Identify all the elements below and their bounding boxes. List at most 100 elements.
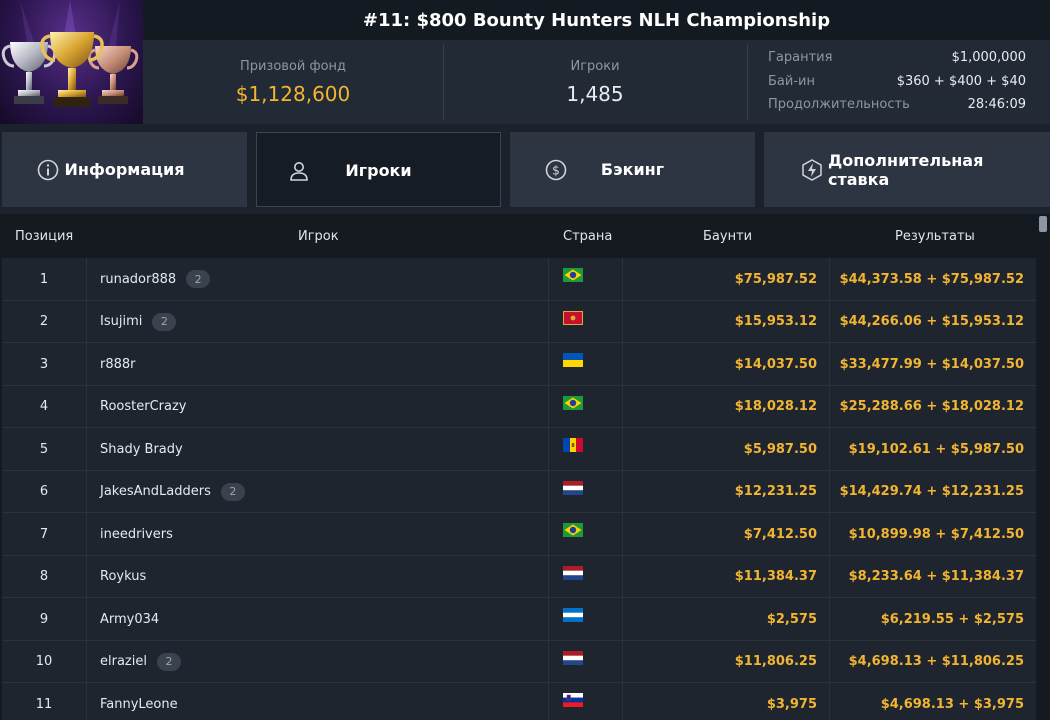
table-row[interactable]: 5 Shady Brady $5,987.50 $19,102.61 + $5,987…	[2, 428, 1036, 471]
entries-badge: 2	[186, 270, 211, 288]
country-cell	[548, 385, 622, 428]
player-name[interactable]: r888r	[100, 357, 136, 372]
country-cell	[548, 300, 622, 343]
tab-side-bet[interactable]: Дополнительная ставка	[764, 132, 1050, 207]
player-name[interactable]: Army034	[100, 612, 159, 627]
ukraine-flag-icon	[563, 353, 583, 367]
table-row[interactable]: 6 JakesAndLadders 2 $12,231.25 $14,429.74 + …	[2, 470, 1036, 513]
tab-label: Дополнительная ставка	[828, 150, 984, 189]
players-stat: Игроки 1,485	[444, 40, 746, 124]
title-bar: #11: $800 Bounty Hunters NLH Championshi…	[143, 0, 1050, 40]
player-cell: ineedrivers	[86, 513, 548, 555]
tournament-details: Гарантия $1,000,000 Бай-ин $360 + $400 +…	[768, 46, 1026, 117]
player-cell: Shady Brady	[86, 428, 548, 470]
tab-backing[interactable]: $ Бэкинг	[510, 132, 755, 207]
tournament-title: #11: $800 Bounty Hunters NLH Championshi…	[362, 9, 831, 31]
country-cell	[548, 598, 622, 640]
result-cell: $44,266.06 + $15,953.12	[829, 300, 1036, 343]
montenegro-flag-icon	[563, 310, 583, 325]
bounty-cell: $12,231.25	[622, 470, 829, 513]
player-cell: elraziel 2	[86, 640, 548, 683]
player-name[interactable]: elraziel	[100, 654, 147, 669]
player-name[interactable]: RoosterCrazy	[100, 399, 186, 414]
table-body: 1 runador888 2 $75,987.52 $44,373.58 + $75,9…	[2, 258, 1036, 720]
country-cell	[548, 513, 622, 555]
player-cell: FannyLeone	[86, 683, 548, 720]
netherlands-flag-icon	[563, 565, 583, 580]
bounty-cell: $11,384.37	[622, 555, 829, 598]
player-name[interactable]: Roykus	[100, 569, 146, 584]
result-cell: $14,429.74 + $12,231.25	[829, 470, 1036, 513]
position-cell: 3	[39, 356, 49, 372]
table-row[interactable]: 1 runador888 2 $75,987.52 $44,373.58 + $75,9…	[2, 258, 1036, 301]
player-name[interactable]: Shady Brady	[100, 442, 183, 457]
country-cell	[548, 640, 622, 683]
table-row[interactable]: 3 r888r $14,037.50 $33,477.99 + $14,037.50	[2, 343, 1036, 386]
country-cell	[548, 428, 622, 470]
scrollbar[interactable]	[1038, 214, 1048, 720]
table-row[interactable]: 8 Roykus $11,384.37 $8,233.64 + $11,384.37	[2, 555, 1036, 598]
tournament-header: #11: $800 Bounty Hunters NLH Championshi…	[0, 0, 1050, 124]
table-row[interactable]: 10 elraziel 2 $11,806.25 $4,698.13 + $11,806…	[2, 640, 1036, 683]
table-row[interactable]: 11 FannyLeone $3,975 $4,698.13 + $3,975	[2, 683, 1036, 720]
tab-bar: Информация Игроки $ Бэкинг Дополнительна…	[0, 132, 1050, 207]
result-cell: $8,233.64 + $11,384.37	[829, 555, 1036, 598]
table-header: Позиция Игрок Страна Баунти Результаты	[0, 214, 1036, 258]
tab-label: Игроки	[345, 161, 412, 180]
brazil-flag-icon	[563, 268, 583, 282]
player-name[interactable]: JakesAndLadders	[100, 484, 211, 499]
result-cell: $10,899.98 + $7,412.50	[829, 513, 1036, 555]
player-cell: JakesAndLadders 2	[86, 470, 548, 513]
detail-key: Гарантия	[768, 50, 833, 66]
country-cell	[548, 258, 622, 300]
result-cell: $25,288.66 + $18,028.12	[829, 385, 1036, 428]
player-name[interactable]: runador888	[100, 272, 176, 287]
column-country[interactable]: Страна	[563, 214, 612, 258]
tab-players[interactable]: Игроки	[256, 132, 501, 207]
position-cell: 7	[39, 526, 49, 542]
detail-value: $1,000,000	[951, 50, 1026, 66]
players-table: Позиция Игрок Страна Баунти Результаты 1…	[0, 214, 1050, 720]
table-row[interactable]: 7 ineedrivers $7,412.50 $10,899.98 + $7,412…	[2, 513, 1036, 556]
player-cell: r888r	[86, 343, 548, 385]
players-label: Игроки	[570, 58, 620, 74]
detail-row-duration: Продолжительность 28:46:09	[768, 93, 1026, 117]
player-cell: RoosterCrazy	[86, 385, 548, 428]
result-cell: $19,102.61 + $5,987.50	[829, 428, 1036, 470]
detail-value: 28:46:09	[967, 97, 1026, 113]
position-cell: 1	[39, 271, 49, 287]
prize-pool-stat: Призовой фонд $1,128,600	[143, 40, 443, 124]
country-cell	[548, 343, 622, 385]
tab-information[interactable]: Информация	[2, 132, 247, 207]
tab-label: Информация	[64, 160, 185, 179]
bounty-cell: $11,806.25	[622, 640, 829, 683]
brazil-flag-icon	[563, 395, 583, 410]
table-row[interactable]: 9 Army034 $2,575 $6,219.55 + $2,575	[2, 598, 1036, 641]
position-cell: 4	[39, 399, 49, 414]
column-results[interactable]: Результаты	[895, 214, 975, 258]
tournament-stats: Призовой фонд $1,128,600 Игроки 1,485 Га…	[143, 40, 1050, 124]
trophy-image	[0, 0, 143, 124]
table-row[interactable]: 2 Isujimi 2 $15,953.12 $44,266.06 + $15,953.…	[2, 300, 1036, 343]
netherlands-flag-icon	[563, 480, 583, 495]
column-position[interactable]: Позиция	[15, 214, 73, 258]
entries-badge: 2	[156, 652, 181, 671]
netherlands-flag-icon	[563, 650, 583, 665]
result-cell: $4,698.13 + $3,975	[829, 683, 1036, 720]
bounty-cell: $14,037.50	[622, 343, 829, 385]
player-name[interactable]: FannyLeone	[100, 697, 178, 712]
players-value: 1,485	[566, 81, 624, 106]
column-player[interactable]: Игрок	[298, 214, 339, 258]
result-cell: $6,219.55 + $2,575	[829, 598, 1036, 640]
player-name[interactable]: ineedrivers	[100, 527, 173, 542]
divider	[747, 44, 748, 120]
slovenia-flag-icon	[563, 693, 583, 707]
position-cell: 11	[35, 696, 53, 712]
table-row[interactable]: 4 RoosterCrazy $18,028.12 $25,288.66 + $18,…	[2, 385, 1036, 428]
player-name[interactable]: Isujimi	[100, 314, 142, 329]
column-bounty[interactable]: Баунти	[703, 214, 752, 258]
bounty-cell: $75,987.52	[622, 258, 829, 300]
result-cell: $4,698.13 + $11,806.25	[829, 640, 1036, 683]
scrollbar-thumb[interactable]	[1039, 216, 1047, 232]
prize-pool-label: Призовой фонд	[239, 58, 347, 74]
